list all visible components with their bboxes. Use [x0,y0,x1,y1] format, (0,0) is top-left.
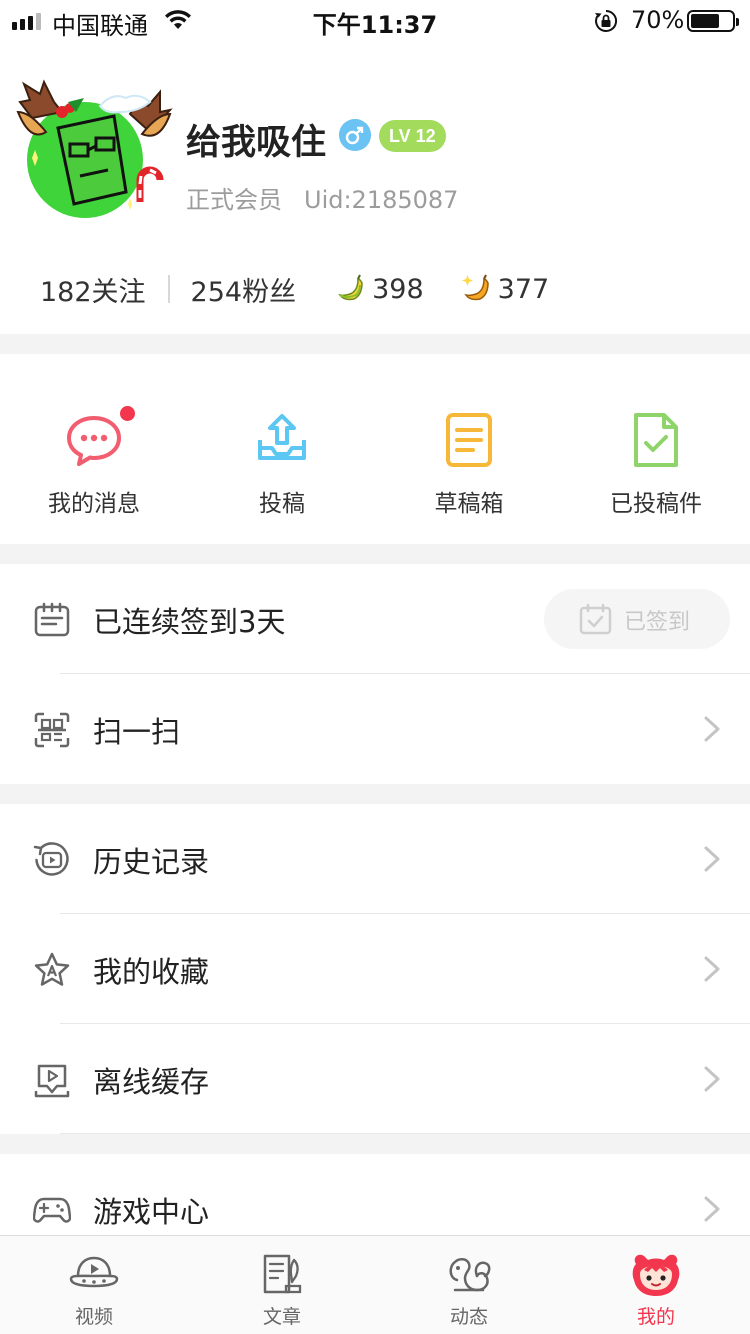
section-gap [0,1134,750,1154]
chevron-right-icon [704,1066,720,1092]
article-icon [263,1254,302,1294]
membership-status: 正式会员 [186,186,282,214]
history-icon [33,842,69,876]
section-gap [0,784,750,804]
orientation-lock-icon [595,9,618,32]
message-bubble-icon [67,416,121,466]
chevron-right-icon [704,716,720,742]
bottom-tab-bar: 视频 文章 动态 我的 [0,1235,750,1334]
tab-label: 我的 [636,1306,675,1328]
favorites-label: 我的收藏 [93,955,210,989]
battery-icon [687,10,739,32]
offline-cache-label: 离线缓存 [93,1065,210,1099]
chevron-right-icon [704,1196,720,1222]
followers-count[interactable]: 254粉丝 [191,270,297,309]
quick-action-submitted[interactable]: 已投稿件 [562,354,750,544]
quick-action-label: 投稿 [259,491,305,517]
star-icon [34,952,70,986]
tab-feed[interactable]: 动态 [375,1236,563,1334]
status-bar: 中国联通 下午11:37 70% [0,0,750,42]
level-badge: LV 12 [379,120,446,152]
gold-banana-icon [461,274,489,301]
gold-banana-balance[interactable]: 377 [460,273,550,305]
checkin-row: 已连续签到3天 已签到 [0,564,750,674]
squirrel-icon [449,1258,491,1292]
draft-box-icon [446,413,492,467]
tab-article[interactable]: 文章 [188,1236,376,1334]
download-video-icon [34,1064,70,1098]
calendar-check-icon [579,603,612,635]
avatar[interactable] [10,72,175,222]
chevron-right-icon [704,846,720,872]
upload-icon [258,414,306,460]
username: 给我吸住 [186,123,327,163]
quick-action-drafts[interactable]: 草稿箱 [375,354,563,544]
game-center-label: 游戏中心 [93,1195,210,1229]
scan-label: 扫一扫 [93,715,181,749]
stats-divider [167,275,170,303]
quick-action-messages[interactable]: 我的消息 [0,354,188,544]
quick-action-label: 已投稿件 [610,491,702,517]
history-label: 历史记录 [93,845,210,879]
quick-action-label: 我的消息 [48,491,140,517]
favorites-row[interactable]: 我的收藏 [0,914,750,1024]
tab-video[interactable]: 视频 [0,1236,188,1334]
profile-stats: 182关注 254粉丝 398 377 [40,268,549,310]
notification-dot [120,406,135,421]
offline-cache-row[interactable]: 离线缓存 [0,1024,750,1134]
following-count[interactable]: 182关注 [40,270,146,309]
battery-percentage: 70% [631,6,685,34]
video-ufo-icon [69,1256,119,1288]
quick-action-label: 草稿箱 [434,491,504,517]
checked-in-label: 已签到 [624,610,691,635]
scan-row[interactable]: 扫一扫 [0,674,750,784]
banana-count: 398 [372,273,424,305]
male-symbol-icon [339,119,371,151]
chevron-right-icon [704,956,720,982]
section-gap [0,334,750,354]
submitted-document-icon [634,413,678,467]
checked-in-button[interactable]: 已签到 [544,589,730,649]
checkin-streak-label: 已连续签到3天 [93,605,286,639]
gamepad-icon [33,1197,71,1223]
member-info: 正式会员 Uid:2185087 [186,180,458,215]
qr-scan-icon [34,712,70,748]
banana-balance[interactable]: 398 [334,273,424,305]
quick-actions: 我的消息 投稿 草稿箱 已投稿件 [0,354,750,544]
uid-text: Uid:2185087 [304,186,459,214]
tab-label: 动态 [449,1306,488,1328]
gold-banana-count: 377 [497,273,550,305]
banana-icon [338,274,363,301]
history-row[interactable]: 历史记录 [0,804,750,914]
tab-label: 视频 [74,1306,113,1328]
section-gap [0,544,750,564]
tab-label: 文章 [262,1306,301,1328]
quick-action-upload[interactable]: 投稿 [188,354,376,544]
tab-mine[interactable]: 我的 [562,1236,750,1334]
calendar-icon [34,602,70,637]
mascot-face-icon [632,1254,680,1296]
